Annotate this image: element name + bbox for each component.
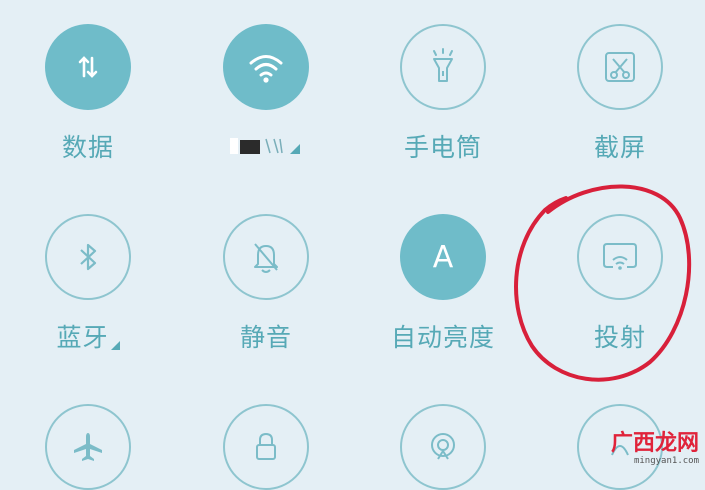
data-toggle-button[interactable]	[45, 24, 131, 110]
watermark: 广西龙网 mingyan1.com	[610, 431, 699, 467]
cast-toggle-button[interactable]	[577, 214, 663, 300]
wifi-network-name-redacted	[201, 130, 331, 164]
tile-label-auto-brightness: 自动亮度	[390, 323, 495, 352]
tile-silent[interactable]: 静音	[201, 190, 331, 360]
watermark-url: mingyan1.com	[633, 456, 699, 466]
wifi-toggle-button[interactable]	[223, 24, 309, 110]
tile-auto-brightness[interactable]: A 自动亮度	[378, 190, 508, 360]
tile-label-flashlight: 手电筒	[403, 133, 482, 162]
tile-airplane[interactable]	[23, 380, 153, 490]
lock-icon	[256, 432, 276, 460]
tile-cast[interactable]: 投射	[555, 190, 685, 360]
hotspot-icon	[431, 433, 455, 460]
tile-hotspot[interactable]	[378, 380, 508, 490]
bluetooth-label-text: 蓝牙	[56, 323, 109, 352]
watermark-title: 广西龙网	[610, 431, 699, 456]
rotation-lock-toggle-button[interactable]	[223, 404, 309, 490]
airplane-toggle-button[interactable]	[45, 404, 131, 490]
tile-label-data: 数据	[61, 133, 114, 162]
tile-label-bluetooth: 蓝牙	[23, 318, 153, 354]
wifi-icon	[249, 55, 283, 83]
bluetooth-toggle-button[interactable]	[45, 214, 131, 300]
hotspot-toggle-button[interactable]	[400, 404, 486, 490]
more-options-indicator	[110, 341, 120, 350]
tile-screenshot[interactable]: 截屏	[555, 0, 685, 170]
tile-label-screenshot: 截屏	[593, 133, 646, 162]
tile-rotation-lock[interactable]	[201, 380, 331, 490]
screenshot-toggle-button[interactable]	[577, 24, 663, 110]
tile-label-silent: 静音	[239, 323, 292, 352]
tile-data[interactable]: 数据	[23, 0, 153, 170]
tile-wifi[interactable]	[201, 0, 331, 170]
auto-brightness-toggle-button[interactable]: A	[400, 214, 486, 300]
cast-screen-icon	[603, 243, 637, 270]
bell-off-icon	[254, 243, 278, 273]
scissors-icon	[605, 52, 635, 82]
tile-label-cast: 投射	[593, 323, 646, 352]
tile-flashlight[interactable]: 手电筒	[378, 0, 508, 170]
bluetooth-icon	[80, 243, 97, 271]
flashlight-toggle-button[interactable]	[400, 24, 486, 110]
airplane-icon	[74, 433, 102, 461]
data-transfer-icon	[78, 56, 98, 78]
tile-bluetooth[interactable]: 蓝牙	[23, 190, 153, 360]
silent-toggle-button[interactable]	[223, 214, 309, 300]
letter-a-icon: A	[432, 239, 454, 275]
flashlight-icon	[433, 48, 453, 82]
